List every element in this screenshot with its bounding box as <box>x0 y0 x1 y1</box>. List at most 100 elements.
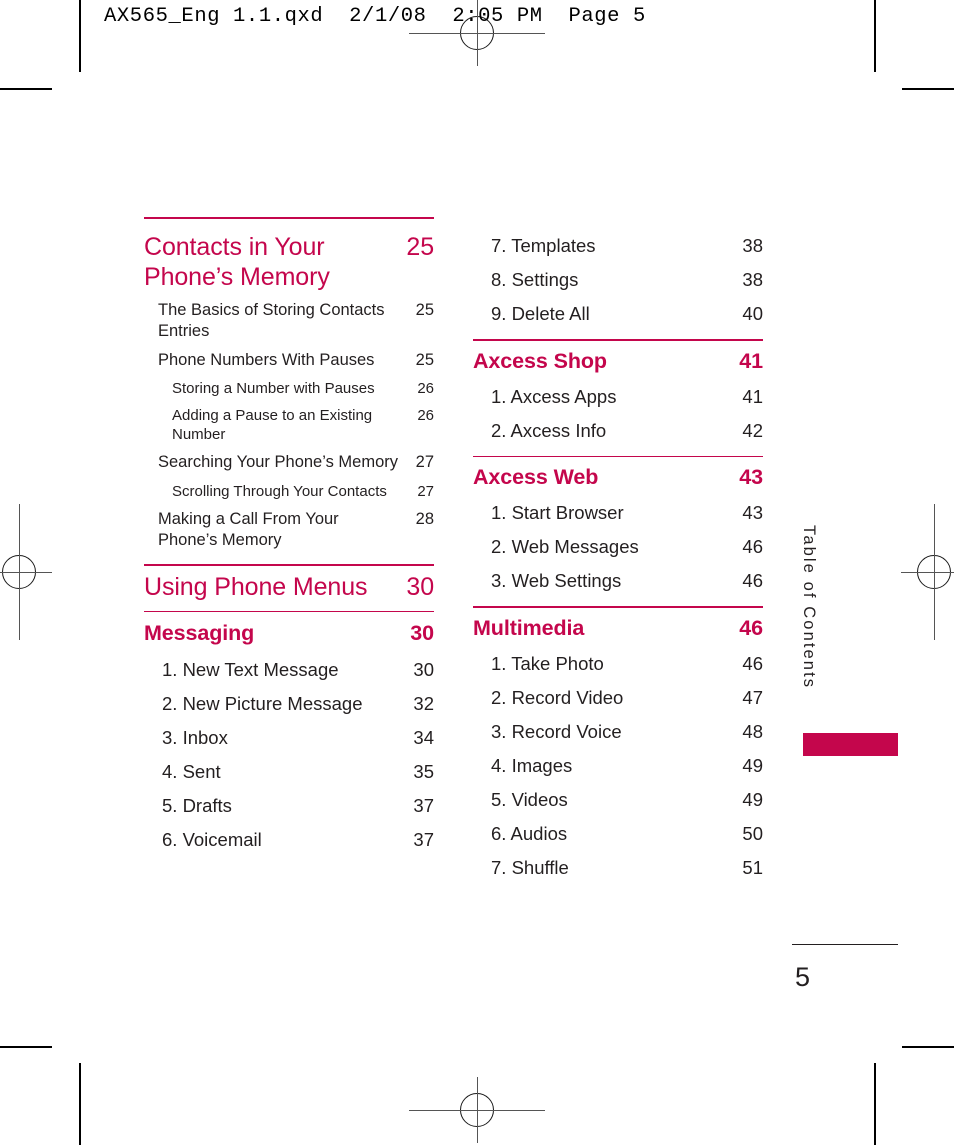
registration-crosshair-horizontal <box>0 571 52 573</box>
entry-page: 25 <box>415 350 434 369</box>
crop-mark-bottom-right-horizontal <box>902 1046 954 1048</box>
toc-entry[interactable]: 2. Axcess Info 42 <box>473 414 763 448</box>
entry-title: 2. Axcess Info <box>491 419 607 441</box>
section-rule <box>144 217 434 219</box>
entry-page: 42 <box>742 419 763 441</box>
toc-section-contacts-in-your-phones-memory[interactable]: Contacts in Your Phone’s Memory 25 <box>144 230 434 296</box>
entry-title: 2. New Picture Message <box>162 693 363 715</box>
entry-title: 7. Shuffle <box>491 856 569 878</box>
toc-entry[interactable]: Scrolling Through Your Contacts 27 <box>144 478 434 505</box>
toc-entry[interactable]: 1. New Text Message 30 <box>144 653 434 687</box>
toc-entry[interactable]: 7. Shuffle 51 <box>473 851 763 885</box>
entry-page: 26 <box>417 407 434 425</box>
toc-entry[interactable]: 1. Take Photo 46 <box>473 647 763 681</box>
entry-title: Storing a Number with Pauses <box>172 379 375 397</box>
toc-entry[interactable]: 5. Drafts 37 <box>144 789 434 823</box>
entry-page: 30 <box>413 658 434 680</box>
section-title: Axcess Web <box>473 465 599 490</box>
section-title: Using Phone Menus <box>144 572 368 601</box>
entry-page: 27 <box>415 453 434 472</box>
entry-page: 47 <box>742 686 763 708</box>
crop-mark-bottom-left-horizontal <box>0 1046 52 1048</box>
crop-mark-top-left-vertical <box>79 0 81 72</box>
toc-section-multimedia[interactable]: Multimedia 46 <box>473 608 763 647</box>
entry-title: 2. Record Video <box>491 686 624 708</box>
toc-entry[interactable]: Searching Your Phone’s Memory 27 <box>144 448 434 477</box>
entry-page: 49 <box>742 754 763 776</box>
toc-entry[interactable]: Adding a Pause to an Existing Number 26 <box>144 402 434 448</box>
entry-title: Scrolling Through Your Contacts <box>172 482 387 500</box>
crop-mark-bottom-right-vertical <box>874 1063 876 1145</box>
registration-crosshair-vertical <box>476 1077 478 1143</box>
entry-title: Adding a Pause to an Existing Number <box>172 407 373 444</box>
entry-title: Making a Call From Your Phone’s Memory <box>158 509 339 549</box>
toc-entry[interactable]: 3. Inbox 34 <box>144 721 434 755</box>
entry-title: 6. Audios <box>491 822 568 844</box>
section-page: 30 <box>410 621 434 646</box>
toc-section-axcess-web[interactable]: Axcess Web 43 <box>473 457 763 496</box>
section-page: 41 <box>739 348 763 373</box>
entry-page: 46 <box>742 570 763 592</box>
entry-title: 1. Axcess Apps <box>491 385 617 407</box>
entry-page: 37 <box>413 829 434 851</box>
toc-entry[interactable]: 4. Images 49 <box>473 749 763 783</box>
crop-mark-top-left-horizontal <box>0 88 52 90</box>
toc-entry[interactable]: Making a Call From Your Phone’s Memory 2… <box>144 505 434 555</box>
toc-entry[interactable]: Phone Numbers With Pauses 25 <box>144 346 434 375</box>
entry-title: 3. Record Voice <box>491 720 622 742</box>
entry-page: 27 <box>417 482 434 500</box>
section-page: 30 <box>406 572 434 601</box>
entry-page: 38 <box>742 235 763 256</box>
toc-entry[interactable]: 3. Record Voice 48 <box>473 715 763 749</box>
section-page: 46 <box>739 615 763 640</box>
toc-entry[interactable]: 2. Web Messages 46 <box>473 530 763 564</box>
entry-title: 2. Web Messages <box>491 536 639 558</box>
entry-title: 5. Drafts <box>162 795 232 817</box>
entry-page: 43 <box>742 502 763 524</box>
entry-title: 4. Images <box>491 754 573 776</box>
toc-entry[interactable]: 6. Audios 50 <box>473 817 763 851</box>
entry-title: 3. Web Settings <box>491 570 622 592</box>
entry-title: 1. Start Browser <box>491 502 624 524</box>
entry-page: 46 <box>742 536 763 558</box>
toc-entry[interactable]: Storing a Number with Pauses 26 <box>144 375 434 402</box>
crop-mark-top-right-vertical <box>874 0 876 72</box>
toc-entry[interactable]: 3. Web Settings 46 <box>473 564 763 598</box>
toc-entry[interactable]: 2. Record Video 47 <box>473 681 763 715</box>
crop-mark-bottom-left-vertical <box>79 1063 81 1145</box>
section-title: Messaging <box>144 621 255 646</box>
toc-left-column: Contacts in Your Phone’s Memory 25 The B… <box>144 217 434 857</box>
side-tab-marker <box>803 733 898 756</box>
toc-entry[interactable]: 5. Videos 49 <box>473 783 763 817</box>
toc-entry[interactable]: 7. Templates 38 <box>473 217 763 263</box>
toc-section-using-phone-menus[interactable]: Using Phone Menus 30 <box>144 566 434 609</box>
entry-title: 1. New Text Message <box>162 658 339 680</box>
toc-entry[interactable]: 1. Start Browser 43 <box>473 496 763 530</box>
registration-crosshair-vertical <box>18 504 20 640</box>
crop-mark-top-right-horizontal <box>902 88 954 90</box>
toc-entry[interactable]: 2. New Picture Message 32 <box>144 687 434 721</box>
toc-entry[interactable]: 4. Sent 35 <box>144 755 434 789</box>
entry-title: 4. Sent <box>162 761 221 783</box>
registration-crosshair-horizontal <box>901 571 954 573</box>
entry-page: 35 <box>413 761 434 783</box>
toc-entry[interactable]: The Basics of Storing Contacts Entries 2… <box>144 296 434 346</box>
toc-right-column: 7. Templates 38 8. Settings 38 9. Delete… <box>473 217 763 885</box>
entry-page: 49 <box>742 788 763 810</box>
registration-crosshair-vertical <box>933 504 935 640</box>
toc-entry[interactable]: 9. Delete All 40 <box>473 297 763 331</box>
entry-page: 28 <box>415 509 434 528</box>
entry-page: 50 <box>742 822 763 844</box>
toc-entry[interactable]: 6. Voicemail 37 <box>144 823 434 857</box>
entry-title: 3. Inbox <box>162 727 228 749</box>
entry-title: 8. Settings <box>491 269 579 291</box>
section-title: Multimedia <box>473 615 585 640</box>
section-title: Contacts in Your Phone’s Memory <box>144 232 330 291</box>
entry-title: Searching Your Phone’s Memory <box>158 453 399 472</box>
toc-section-messaging[interactable]: Messaging 30 <box>144 612 434 653</box>
toc-entry[interactable]: 8. Settings 38 <box>473 263 763 297</box>
toc-entry[interactable]: 1. Axcess Apps 41 <box>473 380 763 414</box>
entry-page: 34 <box>413 727 434 749</box>
print-header-text: AX565_Eng 1.1.qxd 2/1/08 2:05 PM Page 5 <box>104 5 646 28</box>
toc-section-axcess-shop[interactable]: Axcess Shop 41 <box>473 341 763 380</box>
